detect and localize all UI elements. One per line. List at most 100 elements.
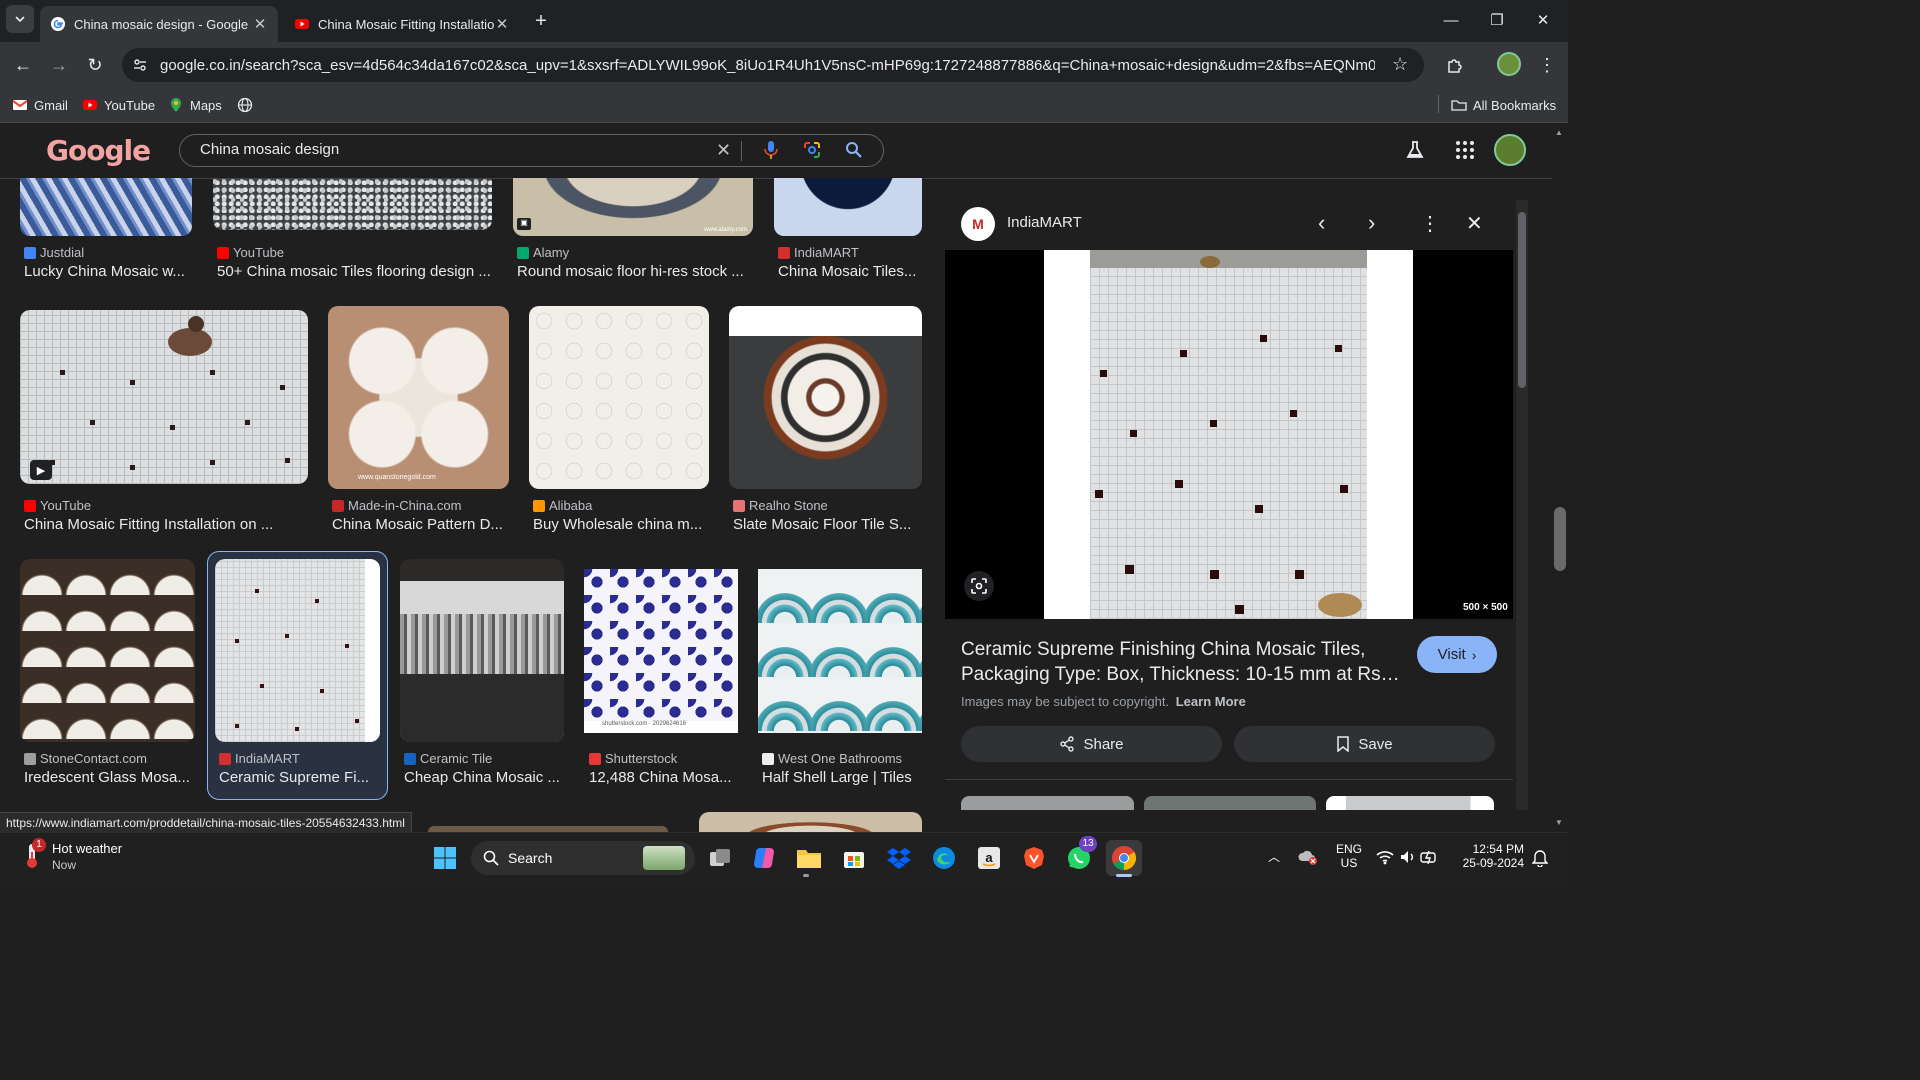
bookmark-gmail[interactable]: Gmail	[12, 95, 68, 115]
panel-close-button[interactable]: ✕	[1466, 211, 1483, 236]
bookmark-globe[interactable]	[237, 95, 259, 115]
profile-avatar[interactable]	[1497, 52, 1521, 76]
panel-more-button[interactable]: ⋮	[1420, 211, 1440, 236]
result-image[interactable]: shutterstock.com · 2029624616	[584, 569, 738, 733]
panel-source-name[interactable]: IndiaMART	[1007, 214, 1082, 231]
chrome-app[interactable]	[1106, 840, 1142, 876]
microsoft-store-app[interactable]	[836, 840, 872, 876]
result-image[interactable]	[400, 559, 564, 742]
tab-close-icon[interactable]: ✕	[494, 15, 510, 33]
tab-close-icon[interactable]: ✕	[252, 15, 268, 33]
previous-image-button[interactable]: ‹	[1318, 210, 1325, 236]
result-image[interactable]	[774, 178, 922, 236]
quick-settings[interactable]	[1376, 849, 1440, 867]
result-image[interactable]	[699, 812, 922, 832]
new-tab-button[interactable]: +	[528, 8, 554, 34]
scroll-up-icon[interactable]: ▲	[1555, 128, 1563, 137]
result-caption[interactable]: Cheap China Mosaic ...	[404, 769, 564, 786]
result-image[interactable]: ▶	[20, 310, 308, 484]
result-caption[interactable]: Iredescent Glass Mosa...	[24, 769, 194, 786]
restore-button[interactable]: ❐	[1474, 0, 1520, 40]
close-window-button[interactable]: ✕	[1520, 0, 1566, 40]
result-image[interactable]	[529, 306, 709, 489]
file-explorer-app[interactable]	[791, 840, 827, 876]
related-image[interactable]	[961, 796, 1134, 810]
result-caption[interactable]: Lucky China Mosaic w...	[24, 263, 194, 280]
scroll-down-icon[interactable]: ▼	[1555, 818, 1563, 827]
result-caption[interactable]: China Mosaic Tiles...	[778, 263, 922, 280]
onedrive-tray-icon[interactable]	[1298, 849, 1318, 865]
clear-search-icon[interactable]: ✕	[716, 140, 731, 161]
result-image[interactable]	[729, 306, 922, 489]
image-badge-icon: ▣	[517, 218, 531, 230]
result-caption[interactable]: Slate Mosaic Floor Tile S...	[733, 516, 922, 533]
result-image[interactable]	[213, 178, 492, 230]
result-image[interactable]	[20, 559, 195, 742]
taskbar-search[interactable]: Search	[471, 841, 695, 875]
language-indicator[interactable]: ENG US	[1336, 842, 1362, 870]
result-caption[interactable]: China Mosaic Pattern D...	[332, 516, 509, 533]
result-image[interactable]	[215, 559, 380, 742]
result-image[interactable]: www.alamy.com ▣	[513, 178, 753, 236]
chrome-menu-button[interactable]: ⋮	[1532, 50, 1562, 80]
forward-button[interactable]: →	[44, 50, 74, 80]
notifications-button[interactable]	[1531, 849, 1549, 868]
related-image[interactable]	[1326, 796, 1494, 810]
tab-google-search[interactable]: China mosaic design - Google Search ✕	[40, 6, 278, 42]
account-avatar[interactable]	[1494, 134, 1526, 166]
whatsapp-app[interactable]: 13	[1061, 836, 1097, 876]
result-image[interactable]: www.quanstonegold.com	[328, 306, 509, 489]
result-image[interactable]	[20, 178, 192, 236]
amazon-app[interactable]: a	[971, 840, 1007, 876]
dropbox-app[interactable]	[881, 840, 917, 876]
apps-grid-icon[interactable]	[1455, 140, 1475, 160]
share-button[interactable]: Share	[961, 726, 1222, 762]
visit-button[interactable]: Visit ›	[1417, 636, 1497, 673]
tab-youtube[interactable]: China Mosaic Fitting Installation ✕	[284, 6, 520, 42]
bookmark-youtube[interactable]: YouTube	[82, 95, 155, 115]
result-caption[interactable]: Buy Wholesale china m...	[533, 516, 709, 533]
reload-button[interactable]: ↻	[80, 50, 110, 80]
all-bookmarks[interactable]: All Bookmarks	[1451, 95, 1556, 115]
result-caption[interactable]: China Mosaic Fitting Installation on ...	[24, 516, 308, 533]
page-scrollbar[interactable]	[1552, 123, 1568, 832]
task-view-button[interactable]	[702, 840, 738, 876]
google-logo[interactable]: Google	[46, 134, 151, 168]
tab-search-button[interactable]	[6, 5, 34, 33]
labs-flask-icon[interactable]	[1405, 140, 1425, 160]
site-info-icon[interactable]	[132, 57, 148, 73]
extensions-button[interactable]	[1440, 50, 1470, 80]
back-button[interactable]: ←	[8, 50, 38, 80]
weather-title[interactable]: Hot weather	[52, 841, 122, 856]
result-caption[interactable]: Round mosaic floor hi-res stock ...	[517, 263, 753, 280]
clock[interactable]: 12:54 PM 25-09-2024	[1460, 842, 1524, 870]
edge-app[interactable]	[926, 840, 962, 876]
learn-more-link[interactable]: Learn More	[1176, 694, 1246, 709]
google-lens-icon[interactable]	[803, 141, 821, 159]
voice-search-icon[interactable]	[763, 140, 779, 160]
show-hidden-icons[interactable]: ︿	[1268, 848, 1280, 865]
url-text[interactable]: google.co.in/search?sca_esv=4d564c34da16…	[160, 57, 1375, 74]
search-icon[interactable]	[845, 141, 863, 159]
save-button[interactable]: Save	[1234, 726, 1495, 762]
result-caption[interactable]: 12,488 China Mosa...	[589, 769, 738, 786]
next-image-button[interactable]: ›	[1368, 210, 1375, 236]
related-image[interactable]	[1144, 796, 1316, 810]
copilot-app[interactable]	[746, 840, 782, 876]
panel-title[interactable]: Ceramic Supreme Finishing China Mosaic T…	[961, 637, 1401, 687]
result-caption[interactable]: Half Shell Large | Tiles	[762, 769, 922, 786]
lens-search-button[interactable]	[964, 571, 994, 601]
result-caption[interactable]: 50+ China mosaic Tiles flooring design .…	[217, 263, 493, 280]
brave-app[interactable]	[1016, 840, 1052, 876]
search-input[interactable]: China mosaic design	[200, 141, 339, 158]
start-button[interactable]	[427, 840, 463, 876]
minimize-button[interactable]: —	[1428, 0, 1474, 40]
page-scrollbar-thumb[interactable]	[1554, 507, 1566, 571]
panel-scrollbar-thumb[interactable]	[1518, 212, 1526, 388]
bookmark-star-icon[interactable]: ☆	[1392, 54, 1408, 75]
address-bar[interactable]: google.co.in/search?sca_esv=4d564c34da16…	[122, 48, 1424, 82]
bookmark-maps[interactable]: Maps	[168, 95, 222, 115]
weather-widget-icon[interactable]: 1	[20, 838, 46, 870]
result-caption[interactable]: Ceramic Supreme Fi...	[219, 769, 379, 786]
result-image[interactable]	[758, 569, 922, 733]
